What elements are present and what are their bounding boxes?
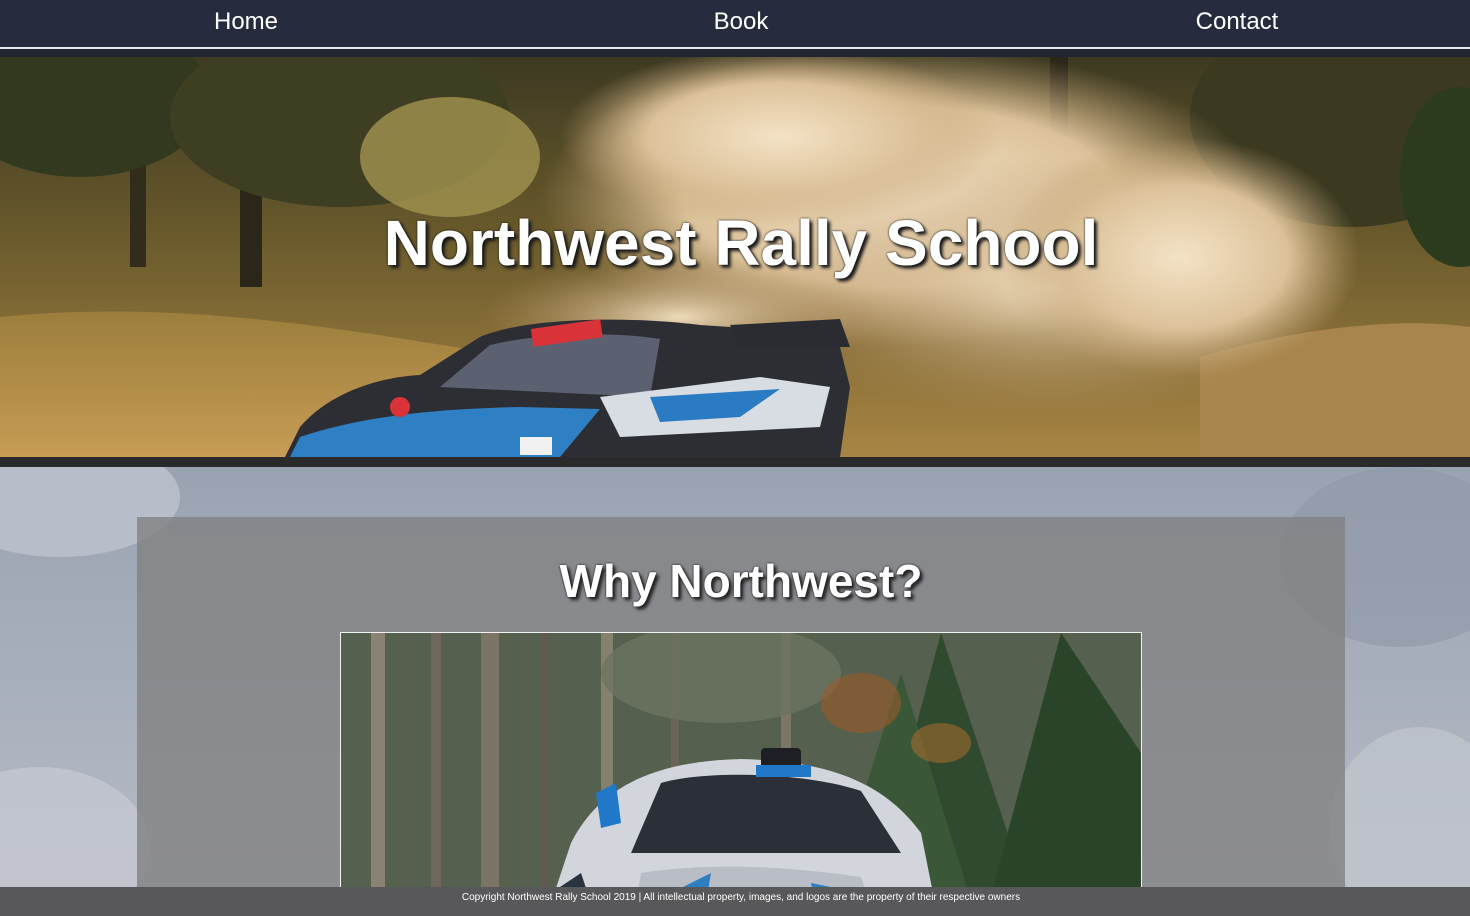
hero-banner: Northwest Rally School: [0, 57, 1470, 457]
copyright-text: Copyright Northwest Rally School 2019 | …: [461, 892, 1021, 903]
rally-photo: [340, 632, 1142, 916]
footer: Copyright Northwest Rally School 2019 | …: [0, 887, 1470, 916]
nav-book-link[interactable]: Book: [714, 7, 769, 37]
why-section: Why Northwest?: [0, 467, 1470, 916]
nav-divider: [0, 49, 1470, 57]
hero-title: Northwest Rally School: [383, 207, 1099, 279]
page: Home Book Contact Northwest Rally School…: [0, 0, 1470, 916]
top-nav: Home Book Contact: [0, 0, 1470, 49]
section-title: Why Northwest?: [559, 555, 923, 607]
nav-contact-link[interactable]: Contact: [1196, 7, 1279, 37]
forest-rally-car-icon: [341, 633, 1141, 916]
nav-home-link[interactable]: Home: [214, 7, 278, 37]
content-card: Why Northwest?: [137, 517, 1345, 916]
hero-divider: [0, 457, 1470, 467]
